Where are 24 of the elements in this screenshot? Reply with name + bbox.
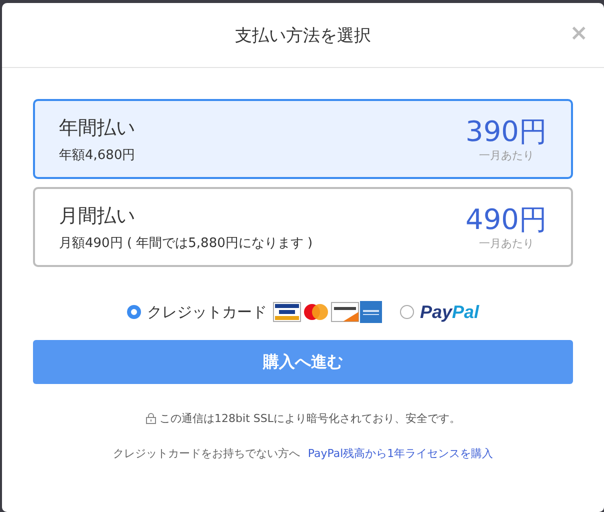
plan-detail: 月額490円 ( 年間では5,880円になります ) xyxy=(59,234,313,252)
paypal-logo: PayPal xyxy=(420,302,480,322)
security-note: この通信は128bit SSLにより暗号化されており、安全です。 xyxy=(160,411,460,426)
plan-option[interactable]: 年間払い 年額4,680円 390円 一月あたり xyxy=(33,99,573,179)
price-unit: 一月あたり xyxy=(478,236,534,250)
card-logo-icon xyxy=(330,302,359,322)
plan-option[interactable]: 月間払い 月額490円 ( 年間では5,880円になります ) 490円 一月あたり xyxy=(33,187,573,267)
paypal-license-link[interactable]: PayPal残高から1年ライセンスを購入 xyxy=(308,446,494,461)
radio-button[interactable] xyxy=(126,305,141,319)
card-logo-icon xyxy=(302,302,330,322)
plan-name: 年間払い xyxy=(59,116,136,140)
dialog-title: 支払い方法を選択 xyxy=(235,24,371,46)
plan-price: 490円 xyxy=(466,204,547,236)
radio-button[interactable] xyxy=(400,305,414,319)
plan-price: 390円 xyxy=(466,116,547,148)
lock-icon xyxy=(146,413,156,424)
price-unit: 一月あたり xyxy=(478,148,534,162)
plan-detail: 年額4,680円 xyxy=(59,146,136,164)
alternative-note: クレジットカードをお持ちでない方へ xyxy=(112,446,300,461)
card-logo-icon xyxy=(272,302,301,322)
payment-label: クレジットカード xyxy=(146,302,267,322)
card-logo-icon xyxy=(360,301,382,323)
purchase-button[interactable]: 購入へ進む xyxy=(33,340,573,384)
plan-name: 月間払い xyxy=(59,204,136,228)
